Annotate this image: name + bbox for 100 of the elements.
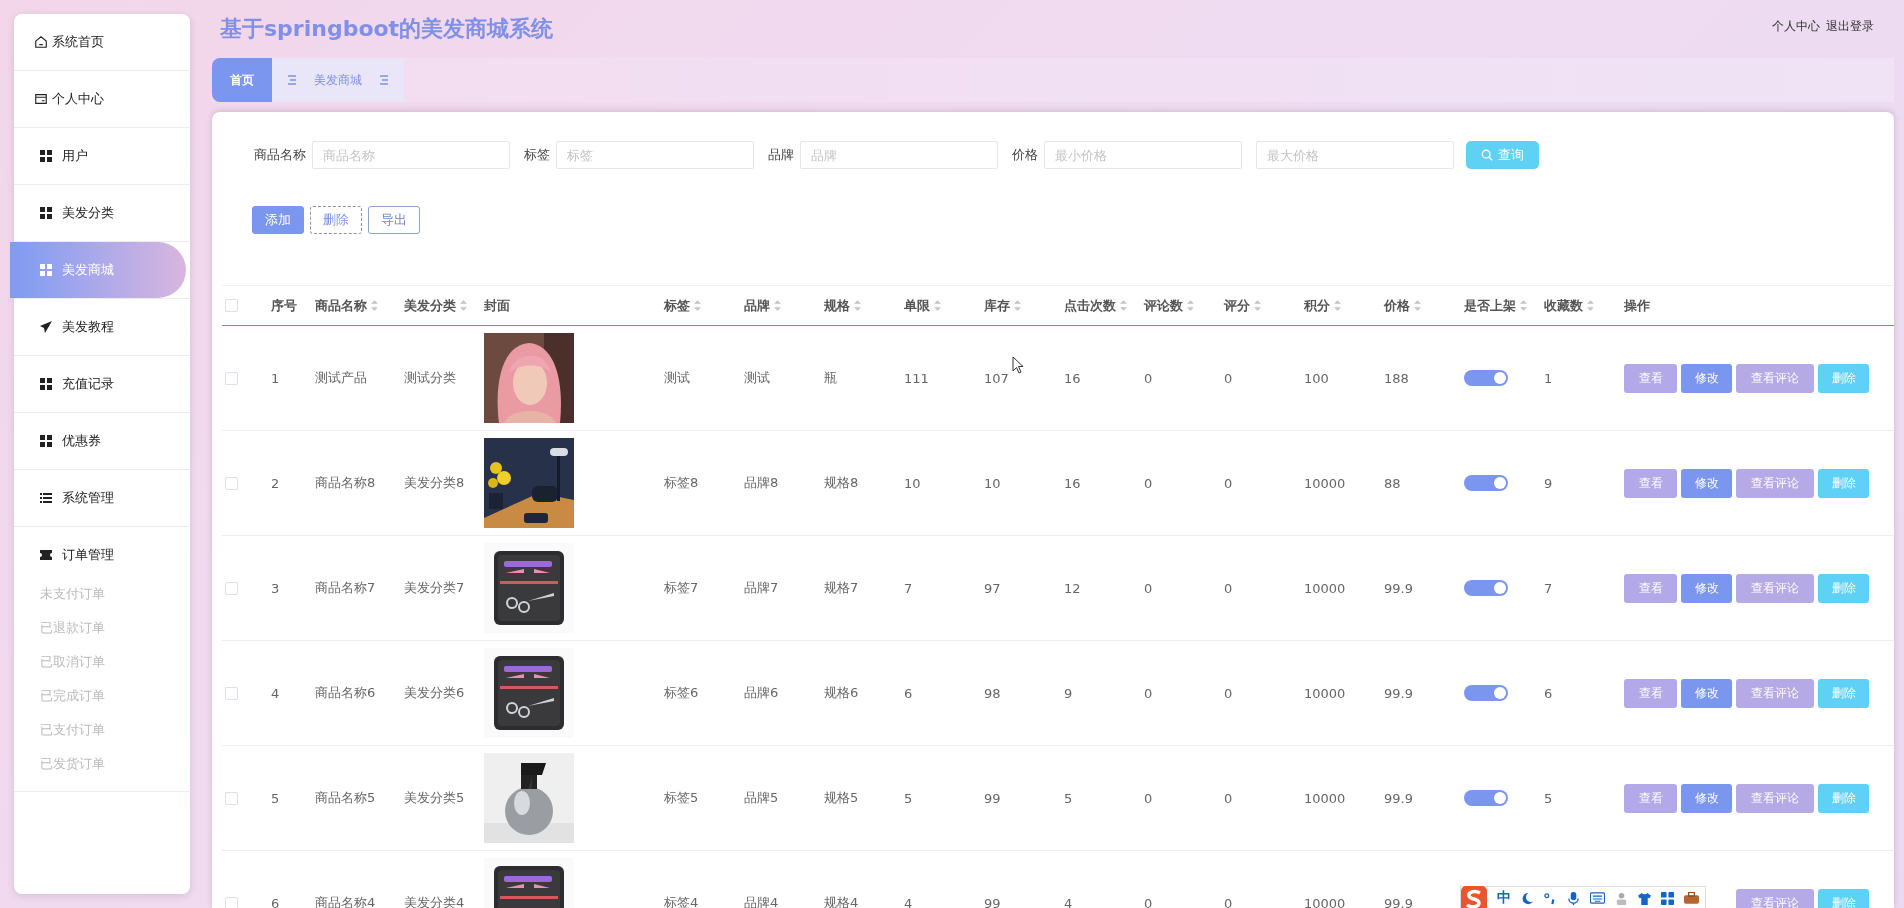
action-button[interactable]: 查看评论 [1736,783,1814,813]
table-cell: 0 [1144,685,1153,701]
action-button[interactable]: 查看 [1624,363,1677,393]
header-link[interactable]: 个人中心 [1772,18,1820,35]
action-button[interactable]: 查看 [1624,783,1677,813]
action-button[interactable]: 删除 [1818,573,1869,603]
column-header[interactable]: 评分 [1224,296,1261,315]
grid-icon[interactable] [1661,891,1674,905]
column-header[interactable]: 价格 [1384,296,1421,315]
sort-icon[interactable] [1520,300,1527,311]
action-button[interactable]: 删除 [1818,363,1869,393]
submenu-item[interactable]: 已发货订单 [40,753,190,775]
sidebar-item[interactable]: 订单管理 [14,527,190,583]
submenu-item[interactable]: 已退款订单 [40,617,190,639]
action-button[interactable]: 删除 [1818,468,1869,498]
toolbar-button[interactable]: 添加 [252,206,304,234]
search-button[interactable]: 查询 [1466,141,1539,169]
sort-icon[interactable] [1187,300,1194,311]
sort-icon[interactable] [774,300,781,311]
action-button[interactable]: 修改 [1681,468,1732,498]
sort-icon[interactable] [934,300,941,311]
column-header[interactable]: 点击次数 [1064,296,1127,315]
toolbar-button[interactable]: 导出 [368,206,420,234]
column-header[interactable]: 商品名称 [315,296,378,315]
action-button[interactable]: 查看评论 [1736,573,1814,603]
punctuation-icon[interactable] [1544,891,1557,905]
action-button[interactable]: 修改 [1681,678,1732,708]
action-button[interactable]: 查看 [1624,468,1677,498]
sidebar-item[interactable]: 个人中心 [14,71,190,127]
checkbox[interactable] [225,581,238,595]
submenu-item[interactable]: 未支付订单 [40,583,190,605]
column-header[interactable]: 单限 [904,296,941,315]
column-header[interactable]: 规格 [824,296,861,315]
action-button[interactable]: 查看评论 [1736,468,1814,498]
ime-mode[interactable]: 中 [1497,889,1511,907]
column-header[interactable]: 品牌 [744,296,781,315]
sidebar-item[interactable]: 系统首页 [14,14,190,70]
column-header[interactable]: 积分 [1304,296,1341,315]
sort-icon[interactable] [1254,300,1261,311]
toggle-switch[interactable] [1464,580,1508,596]
column-header[interactable]: 库存 [984,296,1021,315]
submenu-item[interactable]: 已完成订单 [40,685,190,707]
header-link[interactable]: 退出登录 [1826,18,1874,35]
tab[interactable]: 美发商城 [272,58,404,102]
toggle-switch[interactable] [1464,685,1508,701]
checkbox[interactable] [225,686,238,700]
toolbox-icon[interactable] [1684,892,1699,904]
checkbox[interactable] [225,371,238,385]
action-button[interactable]: 查看 [1624,573,1677,603]
column-header[interactable]: 美发分类 [404,296,467,315]
action-button[interactable]: 修改 [1681,783,1732,813]
toggle-switch[interactable] [1464,370,1508,386]
sort-icon[interactable] [1334,300,1341,311]
action-button[interactable]: 删除 [1818,678,1869,708]
moon-icon[interactable] [1521,891,1534,905]
table-cell: 商品名称7 [315,579,376,597]
column-header[interactable]: 标签 [664,296,701,315]
sort-icon[interactable] [694,300,701,311]
action-button[interactable]: 查看 [1624,678,1677,708]
sort-icon[interactable] [1014,300,1021,311]
sidebar-item[interactable]: 美发商城 [10,242,186,298]
checkbox[interactable] [225,476,238,490]
table-cell: 10000 [1304,685,1346,701]
sort-icon[interactable] [1587,300,1594,311]
sidebar-item[interactable]: 美发教程 [14,299,190,355]
ime-logo-icon[interactable] [1461,886,1487,908]
sidebar-item[interactable]: 用户 [14,128,190,184]
action-button[interactable]: 查看评论 [1736,888,1814,908]
microphone-icon[interactable] [1567,891,1580,905]
sidebar-item[interactable]: 充值记录 [14,356,190,412]
column-header[interactable]: 评论数 [1144,296,1194,315]
action-button[interactable]: 修改 [1681,363,1732,393]
sort-icon[interactable] [1414,300,1421,311]
shirt-icon[interactable] [1638,891,1651,905]
action-button[interactable]: 删除 [1818,888,1869,908]
toolbar-button[interactable]: 删除 [310,206,362,234]
action-button[interactable]: 删除 [1818,783,1869,813]
checkbox[interactable] [225,791,238,805]
search-field[interactable]: 商品名称 [312,141,510,169]
checkbox[interactable] [225,299,238,312]
action-button[interactable]: 查看评论 [1736,363,1814,393]
toggle-switch[interactable] [1464,475,1508,491]
sort-icon[interactable] [1120,300,1127,311]
submenu-item[interactable]: 已取消订单 [40,651,190,673]
sidebar-item[interactable]: 系统管理 [14,470,190,526]
submenu-item[interactable]: 已支付订单 [40,719,190,741]
action-button[interactable]: 修改 [1681,573,1732,603]
toggle-switch[interactable] [1464,790,1508,806]
sort-icon[interactable] [854,300,861,311]
sort-icon[interactable] [460,300,467,311]
keyboard-icon[interactable] [1590,892,1605,904]
sort-icon[interactable] [371,300,378,311]
tab[interactable]: 首页 [212,58,272,102]
sidebar-item[interactable]: 优惠券 [14,413,190,469]
column-header[interactable]: 收藏数 [1544,296,1594,315]
person-icon[interactable] [1615,891,1628,905]
sidebar-item[interactable]: 美发分类 [14,185,190,241]
checkbox[interactable] [225,896,238,908]
column-header[interactable]: 是否上架 [1464,296,1527,315]
action-button[interactable]: 查看评论 [1736,678,1814,708]
